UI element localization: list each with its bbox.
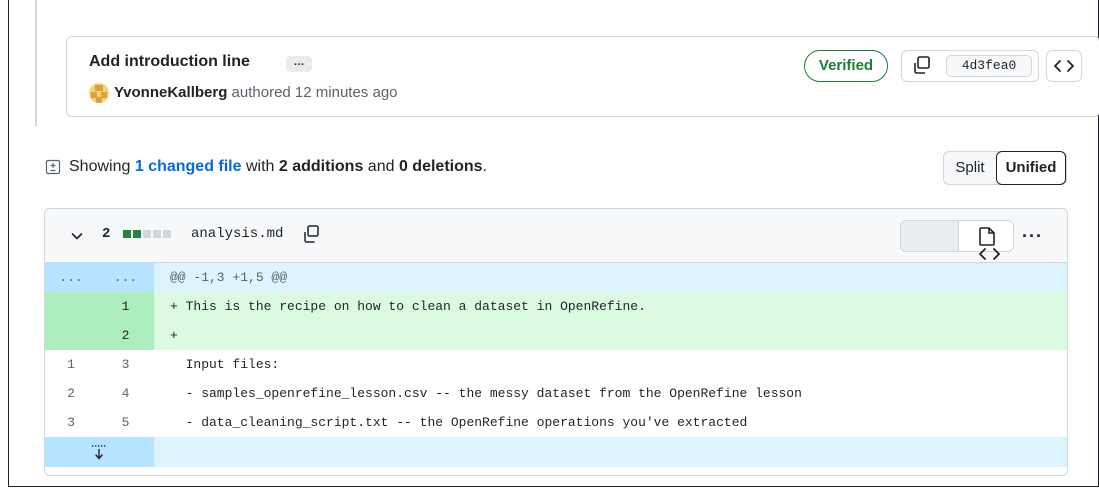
unfold-down-icon	[92, 445, 106, 460]
file-icon	[979, 227, 995, 246]
split-view-button[interactable]: Split	[944, 152, 996, 184]
author-line: YvonneKallberg authored 12 minutes ago	[114, 84, 398, 101]
file-diff: 2 analysis.md ··· ... ... @@ -1,3 +1,5 @…	[44, 208, 1068, 476]
table-row: 2 4 - samples_openrefine_lesson.csv -- t…	[45, 379, 1067, 408]
old-line-number[interactable]	[45, 292, 97, 321]
diffstat-neutral-block	[143, 230, 151, 238]
deletions-count: 0 deletions	[398, 158, 483, 175]
old-line-number[interactable]: 1	[45, 350, 97, 379]
author-link[interactable]: YvonneKallberg	[114, 84, 227, 101]
table-row: 3 5 - data_cleaning_script.txt -- the Op…	[45, 408, 1067, 437]
code-line: - data_cleaning_script.txt -- the OpenRe…	[170, 415, 748, 430]
commit-page: Add introduction line … YvonneKallberg a…	[8, 0, 1099, 487]
new-line-number[interactable]: 4	[97, 379, 154, 408]
diffstat-added-block	[133, 230, 141, 238]
unified-view-button[interactable]: Unified	[996, 151, 1066, 185]
additions-count: 2 additions	[278, 158, 364, 175]
verified-badge[interactable]: Verified	[804, 50, 888, 82]
file-header: 2 analysis.md ···	[45, 209, 1067, 263]
expand-message-button[interactable]: …	[286, 56, 312, 72]
old-line-number[interactable]: 3	[45, 408, 97, 437]
diff-view-toggle: Split Unified	[943, 151, 1067, 185]
code-line: - samples_openrefine_lesson.csv -- the m…	[170, 386, 802, 401]
table-row: 1 3 Input files:	[45, 350, 1067, 379]
new-line-number[interactable]: 1	[97, 292, 154, 321]
new-line-number[interactable]: 5	[97, 408, 154, 437]
code-line: + This is the recipe on how to clean a d…	[154, 292, 1067, 321]
expand-down-button[interactable]	[45, 437, 154, 467]
hunk-header: @@ -1,3 +1,5 @@	[154, 263, 1067, 292]
view-diff-button[interactable]	[901, 221, 1001, 260]
summary-showing: Showing	[69, 158, 131, 175]
hunk-header-row: ... ... @@ -1,3 +1,5 @@	[45, 263, 1067, 292]
chevron-down-icon[interactable]	[69, 228, 85, 244]
diff-summary: Showing 1 changed file with 2 additions …	[45, 158, 487, 176]
diffstat-neutral-block	[153, 230, 161, 238]
table-row: 2 +	[45, 321, 1067, 350]
new-line-number[interactable]: 2	[97, 321, 154, 350]
timeline-line	[35, 0, 37, 126]
old-line-number[interactable]: 2	[45, 379, 97, 408]
table-row: 1 + This is the recipe on how to clean a…	[45, 292, 1067, 321]
code-line: +	[154, 321, 1067, 350]
hunk-new-num: ...	[97, 263, 154, 292]
avatar[interactable]	[89, 83, 109, 103]
file-diff-icon	[45, 159, 61, 175]
view-file-button[interactable]	[958, 221, 1015, 251]
hunk-old-num: ...	[45, 263, 97, 292]
diffstat	[123, 230, 171, 238]
authored-time: authored 12 minutes ago	[231, 84, 398, 101]
new-line-number[interactable]: 3	[97, 350, 154, 379]
browse-files-button[interactable]	[1046, 50, 1082, 82]
old-line-number[interactable]	[45, 321, 97, 350]
change-count: 2	[102, 226, 111, 242]
code-line: Input files:	[170, 357, 280, 372]
copy-icon	[914, 56, 930, 74]
code-icon	[1054, 60, 1074, 72]
diffstat-neutral-block	[163, 230, 171, 238]
commit-header: Add introduction line … YvonneKallberg a…	[66, 36, 1099, 117]
summary-with: with	[245, 158, 275, 175]
diff-table: ... ... @@ -1,3 +1,5 @@ 1 + This is the …	[45, 263, 1067, 467]
copy-path-icon[interactable]	[301, 224, 321, 244]
diffstat-added-block	[123, 230, 131, 238]
summary-period: .	[482, 158, 487, 175]
commit-sha[interactable]: 4d3fea0	[946, 55, 1032, 77]
expand-row-fill	[154, 437, 1067, 467]
commit-title: Add introduction line	[89, 53, 250, 70]
file-view-toggle	[900, 220, 1015, 260]
more-options-button[interactable]: ···	[1022, 226, 1043, 247]
expand-row	[45, 437, 1067, 467]
file-name[interactable]: analysis.md	[191, 226, 283, 242]
copy-sha-button[interactable]	[902, 51, 942, 81]
changed-files-link[interactable]: 1 changed file	[135, 158, 242, 176]
sha-group: 4d3fea0	[901, 50, 1039, 82]
summary-and: and	[367, 158, 395, 175]
